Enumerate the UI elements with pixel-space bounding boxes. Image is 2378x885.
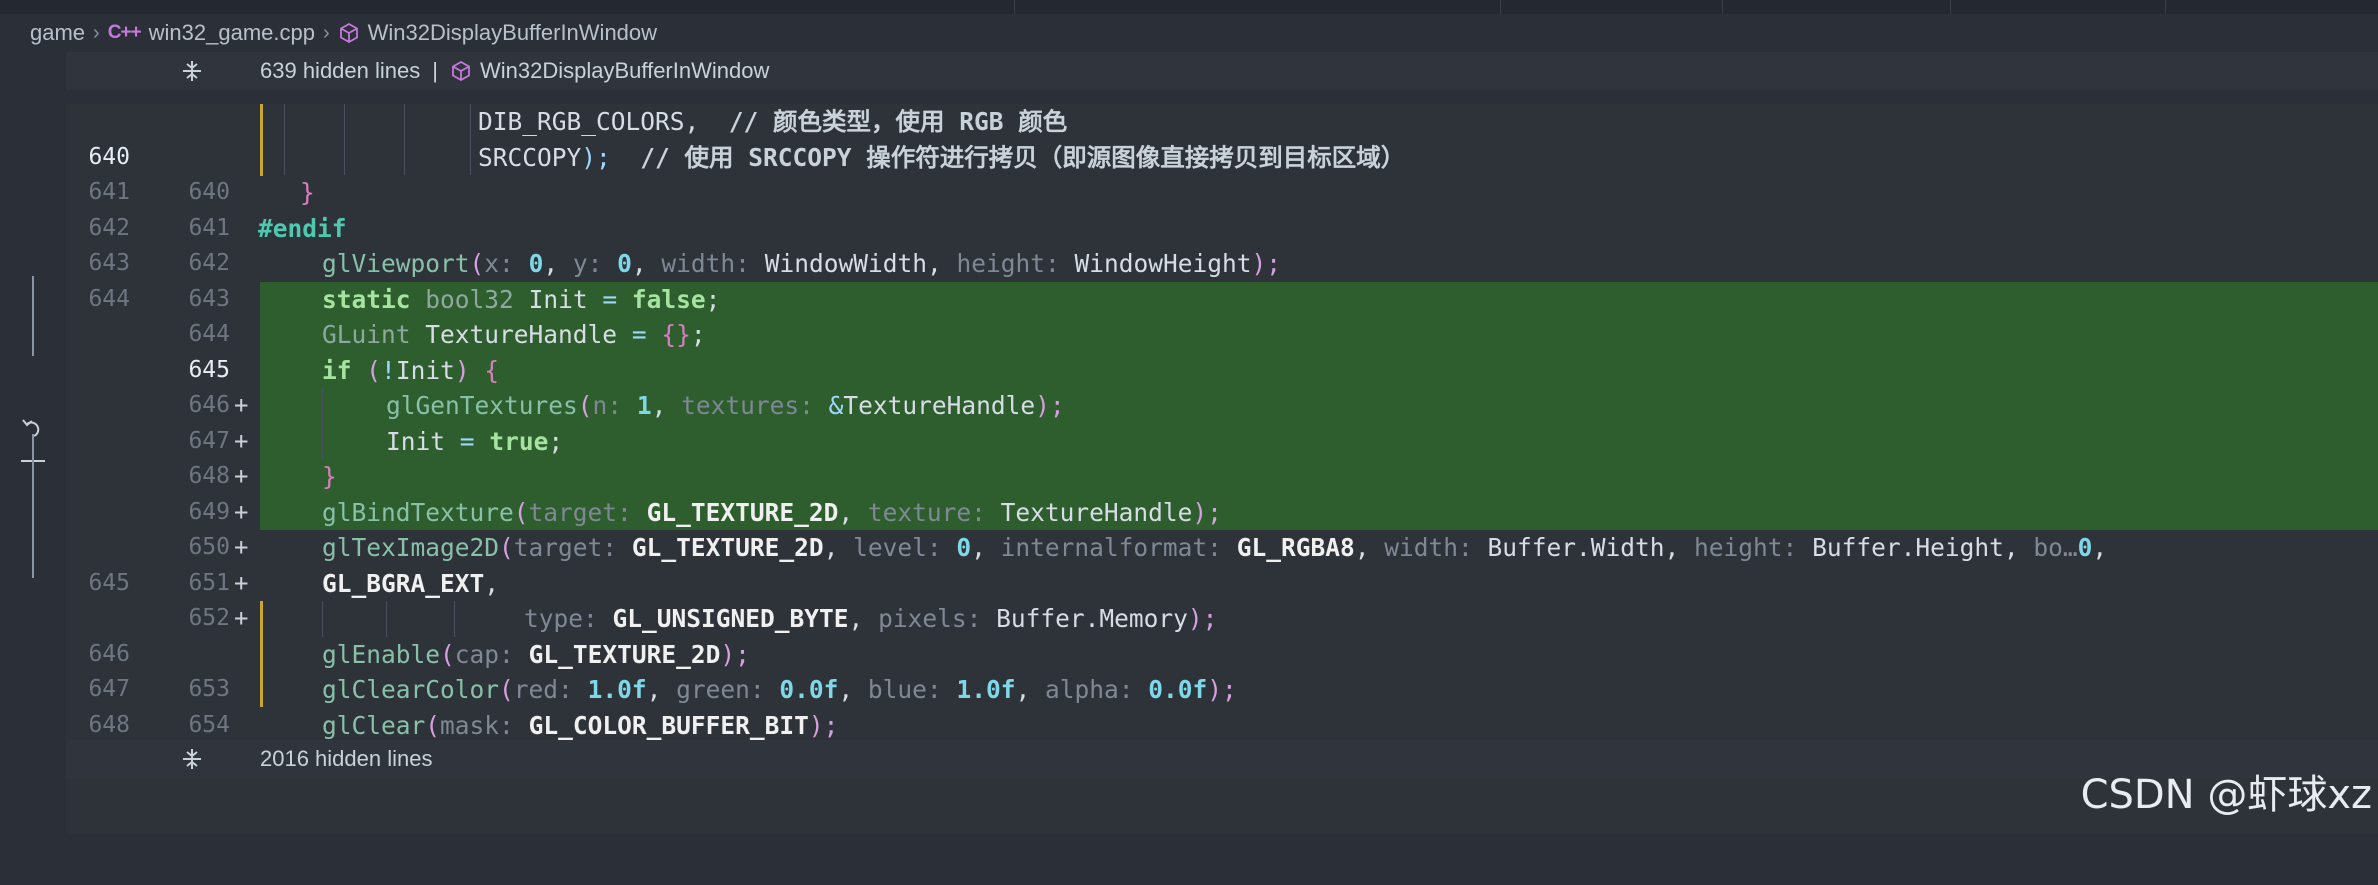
added-line: 648 + glGenTextures(n: 1, textures: &Tex… <box>66 388 2378 526</box>
breadcrumb-item-file[interactable]: C++ win32_game.cpp <box>108 20 315 46</box>
tab-divider <box>1950 0 1951 14</box>
hidden-lines-label: 2016 hidden lines <box>260 746 433 771</box>
separator: | <box>432 58 438 83</box>
folded-region-top[interactable]: 639 hidden lines | Win32DisplayBufferInW… <box>66 52 2378 90</box>
code-line: 646 653 type: GL_UNSIGNED_BYTE, pixels: … <box>66 601 2378 702</box>
tab-divider <box>1500 0 1501 14</box>
code-token: #endif <box>258 213 347 243</box>
code-comment: // 使用 SRCCOPY 操作符进行拷贝（即源图像直接拷贝到目标区域） <box>640 142 1406 172</box>
tab-divider <box>1722 0 1723 14</box>
diff-editor[interactable]: 640 640 DIB_RGB_COLORS, // 颜色类型，使用 RGB 颜… <box>66 104 2378 809</box>
title-strip <box>0 0 2378 14</box>
code-line: 640 640 DIB_RGB_COLORS, // 颜色类型，使用 RGB 颜… <box>66 104 2378 205</box>
code-line: 644 644 glViewport(x: 0, y: 0, width: Wi… <box>66 246 2378 347</box>
unfold-icon[interactable] <box>180 747 204 771</box>
chevron-right-icon: › <box>322 21 330 44</box>
added-line: 650 + } <box>66 459 2378 597</box>
code-line: 648 655 glClearColor(red: 1.0f, green: 0… <box>66 672 2378 773</box>
breadcrumb-label: Win32DisplayBufferInWindow <box>367 20 658 45</box>
cpp-file-icon: C++ <box>107 22 142 43</box>
code-line: 643 643 #endif <box>66 211 2378 312</box>
diff-gutter <box>0 52 66 834</box>
code-line: 642 642 } <box>66 175 2378 276</box>
folded-region-bottom[interactable]: 2016 hidden lines <box>66 740 2378 778</box>
code-line: 647 654 glEnable(cap: GL_TEXTURE_2D); <box>66 637 2378 738</box>
code-line: 645 652 glTexImage2D(target: GL_TEXTURE_… <box>66 530 2378 631</box>
code-token: ); <box>581 142 611 172</box>
code-line: 649 656 glClear(mask: GL_COLOR_BUFFER_BI… <box>66 708 2378 809</box>
added-line: 646 + GLuint TextureHandle = {}; <box>66 317 2378 455</box>
breadcrumb-label: game <box>30 20 86 45</box>
added-line: 647 + if (!Init) { <box>66 352 2378 490</box>
code-line: 641 641 SRCCOPY); // 使用 SRCCOPY 操作符进行拷贝（… <box>66 139 2378 241</box>
code-token: SRCCOPY <box>478 142 582 172</box>
watermark: CSDN @虾球xz <box>2080 772 2372 818</box>
breadcrumb-label: win32_game.cpp <box>148 20 315 45</box>
method-cube-icon <box>339 22 358 44</box>
change-bar <box>32 434 34 578</box>
tab-divider <box>2165 0 2166 14</box>
editor-bottom <box>66 778 2378 834</box>
breadcrumb-item-symbol[interactable]: Win32DisplayBufferInWindow <box>338 20 657 46</box>
code-token: DIB_RGB_COLORS, <box>478 107 700 136</box>
code-comment: // 颜色类型，使用 RGB 颜色 <box>728 107 1068 136</box>
hidden-lines-label: 639 hidden lines <box>260 58 421 83</box>
fold-symbol-label: Win32DisplayBufferInWindow <box>479 58 770 83</box>
tab-divider <box>1014 0 1015 14</box>
method-cube-icon <box>452 60 470 82</box>
chevron-right-icon: › <box>93 21 100 44</box>
added-line: 651 + glBindTexture(target: GL_TEXTURE_2… <box>66 494 2378 632</box>
added-line: 645 + static bool32 Init = false; <box>66 281 2378 419</box>
added-line: 649 + Init = true; <box>66 423 2378 561</box>
unfold-icon[interactable] <box>180 59 204 83</box>
change-bar <box>32 276 34 356</box>
breadcrumb-item-folder[interactable]: game <box>30 20 85 46</box>
code-line-wrap: GL_BGRA_EXT, <box>322 568 500 598</box>
breadcrumb: game › C++ win32_game.cpp › Win32Display… <box>0 14 2378 52</box>
code-token: } <box>300 178 315 207</box>
